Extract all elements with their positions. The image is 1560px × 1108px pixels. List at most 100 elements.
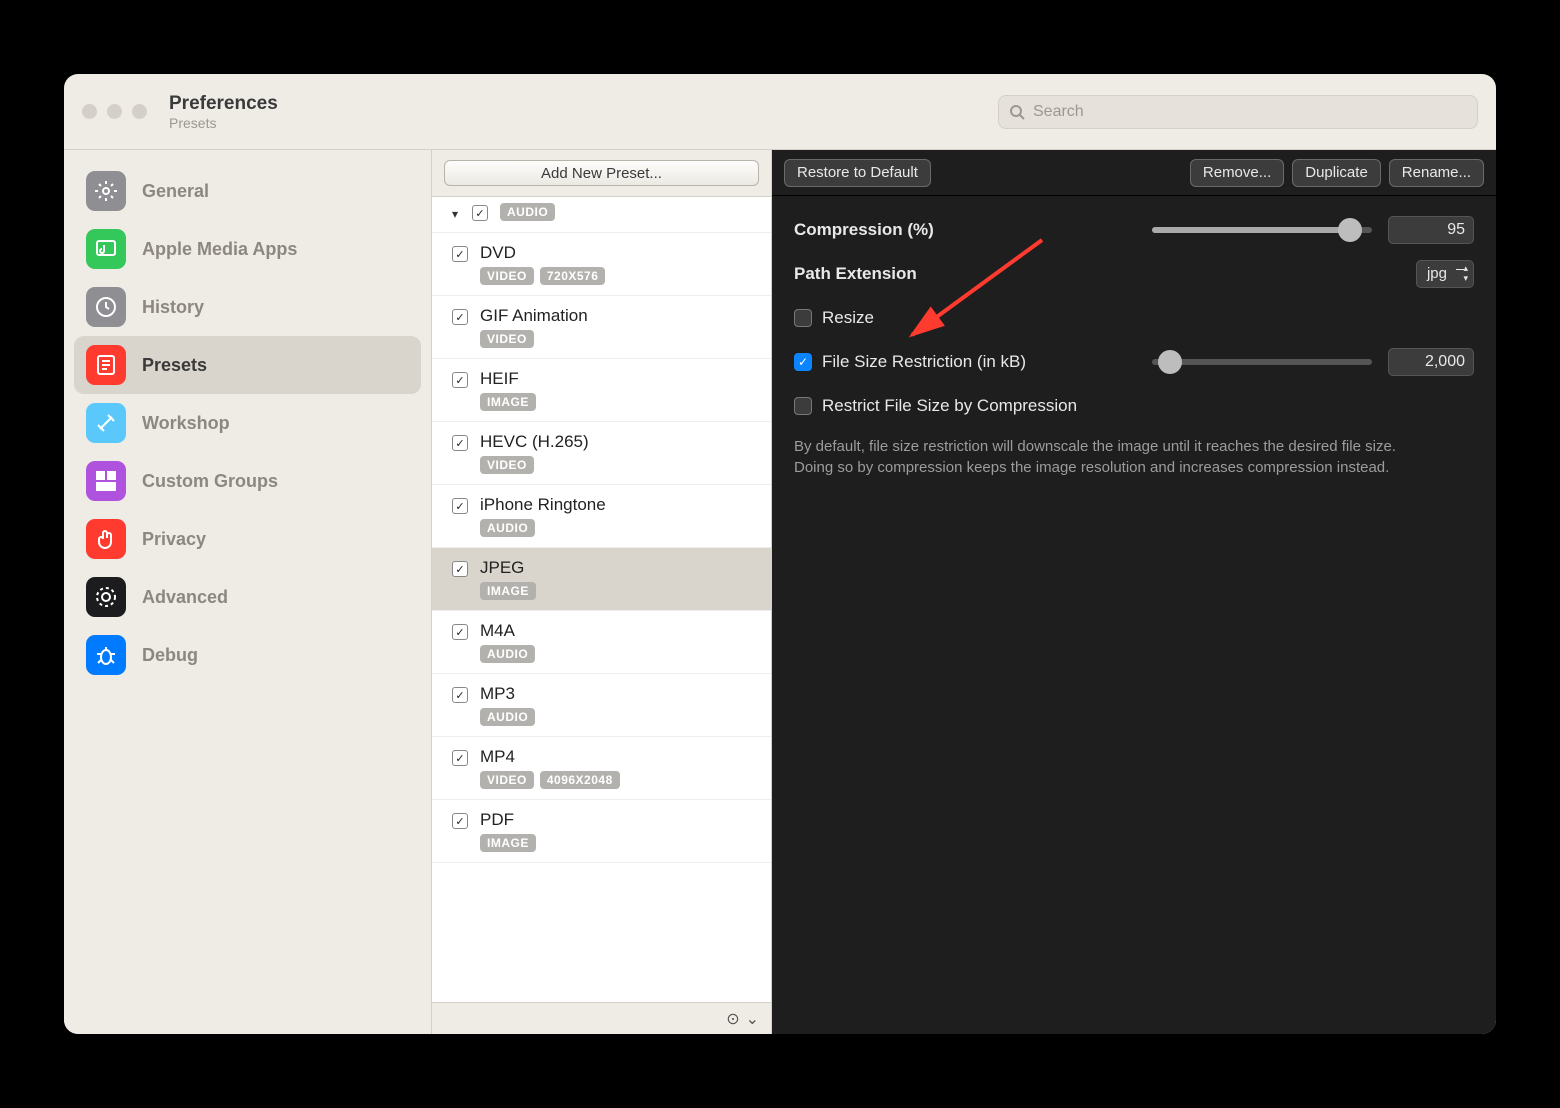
preset-checkbox[interactable]: ✓: [452, 498, 468, 514]
preset-list[interactable]: ▾✓AUDIO✓DVDVIDEO720X576✓GIF AnimationVID…: [432, 197, 771, 1002]
sidebar-item-label: Debug: [142, 645, 198, 666]
sidebar-item-custom-groups[interactable]: Custom Groups: [74, 452, 421, 510]
preset-row[interactable]: ✓GIF AnimationVIDEO: [432, 296, 771, 359]
more-icon[interactable]: ⊙: [726, 1009, 739, 1029]
add-preset-button[interactable]: Add New Preset...: [444, 160, 759, 186]
filesize-label: File Size Restriction (in kB): [822, 352, 1152, 372]
preset-tag: IMAGE: [480, 393, 536, 411]
preset-tag: VIDEO: [480, 330, 534, 348]
restrict-compression-checkbox[interactable]: [794, 397, 812, 415]
resize-label: Resize: [822, 308, 874, 328]
preset-tag: 720X576: [540, 267, 606, 285]
zoom-icon[interactable]: [132, 104, 147, 119]
compression-slider[interactable]: [1152, 227, 1372, 233]
sidebar-item-label: Advanced: [142, 587, 228, 608]
preset-checkbox[interactable]: ✓: [452, 309, 468, 325]
preset-name: MP4: [480, 747, 759, 767]
preset-tag: IMAGE: [480, 582, 536, 600]
detail-panel: Restore to Default Remove... Duplicate R…: [772, 150, 1496, 1034]
bug-icon: [86, 635, 126, 675]
preset-name: HEIF: [480, 369, 759, 389]
filesize-slider[interactable]: [1152, 359, 1372, 365]
sidebar-item-presets[interactable]: Presets: [74, 336, 421, 394]
resize-checkbox[interactable]: [794, 309, 812, 327]
sidebar-item-label: Privacy: [142, 529, 206, 550]
window-title: Preferences: [169, 93, 998, 115]
preset-name: iPhone Ringtone: [480, 495, 759, 515]
sidebar-item-privacy[interactable]: Privacy: [74, 510, 421, 568]
preset-checkbox[interactable]: ✓: [472, 205, 488, 221]
path-extension-select[interactable]: jpg ▴▾: [1416, 260, 1474, 288]
filesize-value[interactable]: 2,000: [1388, 348, 1474, 376]
slider-thumb[interactable]: [1338, 218, 1362, 242]
sidebar-item-general[interactable]: General: [74, 162, 421, 220]
sidebar-item-label: Workshop: [142, 413, 230, 434]
restore-default-button[interactable]: Restore to Default: [784, 159, 931, 187]
presets-icon: [86, 345, 126, 385]
chevron-down-icon[interactable]: ⌄: [746, 1009, 759, 1029]
preset-row[interactable]: ✓MP3AUDIO: [432, 674, 771, 737]
hand-icon: [86, 519, 126, 559]
slider-thumb[interactable]: [1158, 350, 1182, 374]
gear-icon: [86, 171, 126, 211]
preset-footer: ⊙ ⌄: [432, 1002, 771, 1034]
preset-tag: IMAGE: [480, 834, 536, 852]
sidebar-item-label: General: [142, 181, 209, 202]
preset-row[interactable]: ✓iPhone RingtoneAUDIO: [432, 485, 771, 548]
cog-icon: [86, 577, 126, 617]
preset-column: Add New Preset... ▾✓AUDIO✓DVDVIDEO720X57…: [432, 150, 772, 1034]
sidebar-item-workshop[interactable]: Workshop: [74, 394, 421, 452]
clock-icon: [86, 287, 126, 327]
rename-button[interactable]: Rename...: [1389, 159, 1484, 187]
close-icon[interactable]: [82, 104, 97, 119]
preset-checkbox[interactable]: ✓: [452, 750, 468, 766]
preset-name: PDF: [480, 810, 759, 830]
preset-tag: AUDIO: [500, 203, 555, 221]
preset-checkbox[interactable]: ✓: [452, 561, 468, 577]
compression-value[interactable]: 95: [1388, 216, 1474, 244]
preset-tag: VIDEO: [480, 771, 534, 789]
preset-tag: VIDEO: [480, 456, 534, 474]
preset-tag: VIDEO: [480, 267, 534, 285]
disclosure-icon[interactable]: ▾: [452, 207, 468, 221]
preset-tag: AUDIO: [480, 645, 535, 663]
preset-row[interactable]: ✓ HEIF IMAGE: [432, 359, 771, 422]
sidebar-item-debug[interactable]: Debug: [74, 626, 421, 684]
preset-checkbox[interactable]: ✓: [452, 624, 468, 640]
preset-name: MP3: [480, 684, 759, 704]
preset-checkbox[interactable]: ✓: [452, 246, 468, 262]
window-subtitle: Presets: [169, 115, 998, 131]
sidebar: General Apple Media Apps HistoryPresets Wor…: [64, 150, 432, 1034]
preset-checkbox[interactable]: ✓: [452, 687, 468, 703]
preset-checkbox[interactable]: ✓: [452, 372, 468, 388]
preset-name: HEVC (H.265): [480, 432, 759, 452]
preset-row[interactable]: ✓JPEGIMAGE: [432, 548, 771, 611]
search-input[interactable]: Search: [998, 95, 1478, 129]
filesize-checkbox[interactable]: ✓: [794, 353, 812, 371]
preset-checkbox[interactable]: ✓: [452, 435, 468, 451]
window-controls: [82, 104, 147, 119]
preset-name: M4A: [480, 621, 759, 641]
preset-checkbox[interactable]: ✓: [452, 813, 468, 829]
preset-row[interactable]: ✓ M4A AUDIO: [432, 611, 771, 674]
search-placeholder: Search: [1033, 103, 1084, 121]
preset-row[interactable]: ▾ ✓ AUDIO: [432, 197, 771, 233]
sidebar-item-label: Custom Groups: [142, 471, 278, 492]
tools-icon: [86, 403, 126, 443]
preset-row[interactable]: ✓ HEVC (H.265) VIDEO: [432, 422, 771, 485]
preset-row[interactable]: ✓DVDVIDEO720X576: [432, 233, 771, 296]
remove-button[interactable]: Remove...: [1190, 159, 1284, 187]
sidebar-item-history[interactable]: History: [74, 278, 421, 336]
sidebar-item-label: Apple Media Apps: [142, 239, 297, 260]
music-icon: [86, 229, 126, 269]
sidebar-item-apple-media-apps[interactable]: Apple Media Apps: [74, 220, 421, 278]
preferences-window: Preferences Presets Search General Apple …: [64, 74, 1496, 1034]
minimize-icon[interactable]: [107, 104, 122, 119]
duplicate-button[interactable]: Duplicate: [1292, 159, 1381, 187]
preset-row[interactable]: ✓ PDF IMAGE: [432, 800, 771, 863]
preset-tag: 4096X2048: [540, 771, 620, 789]
path-extension-label: Path Extension: [794, 264, 1416, 284]
preset-row[interactable]: ✓ MP4 VIDEO 4096X2048: [432, 737, 771, 800]
grid-icon: [86, 461, 126, 501]
sidebar-item-advanced[interactable]: Advanced: [74, 568, 421, 626]
